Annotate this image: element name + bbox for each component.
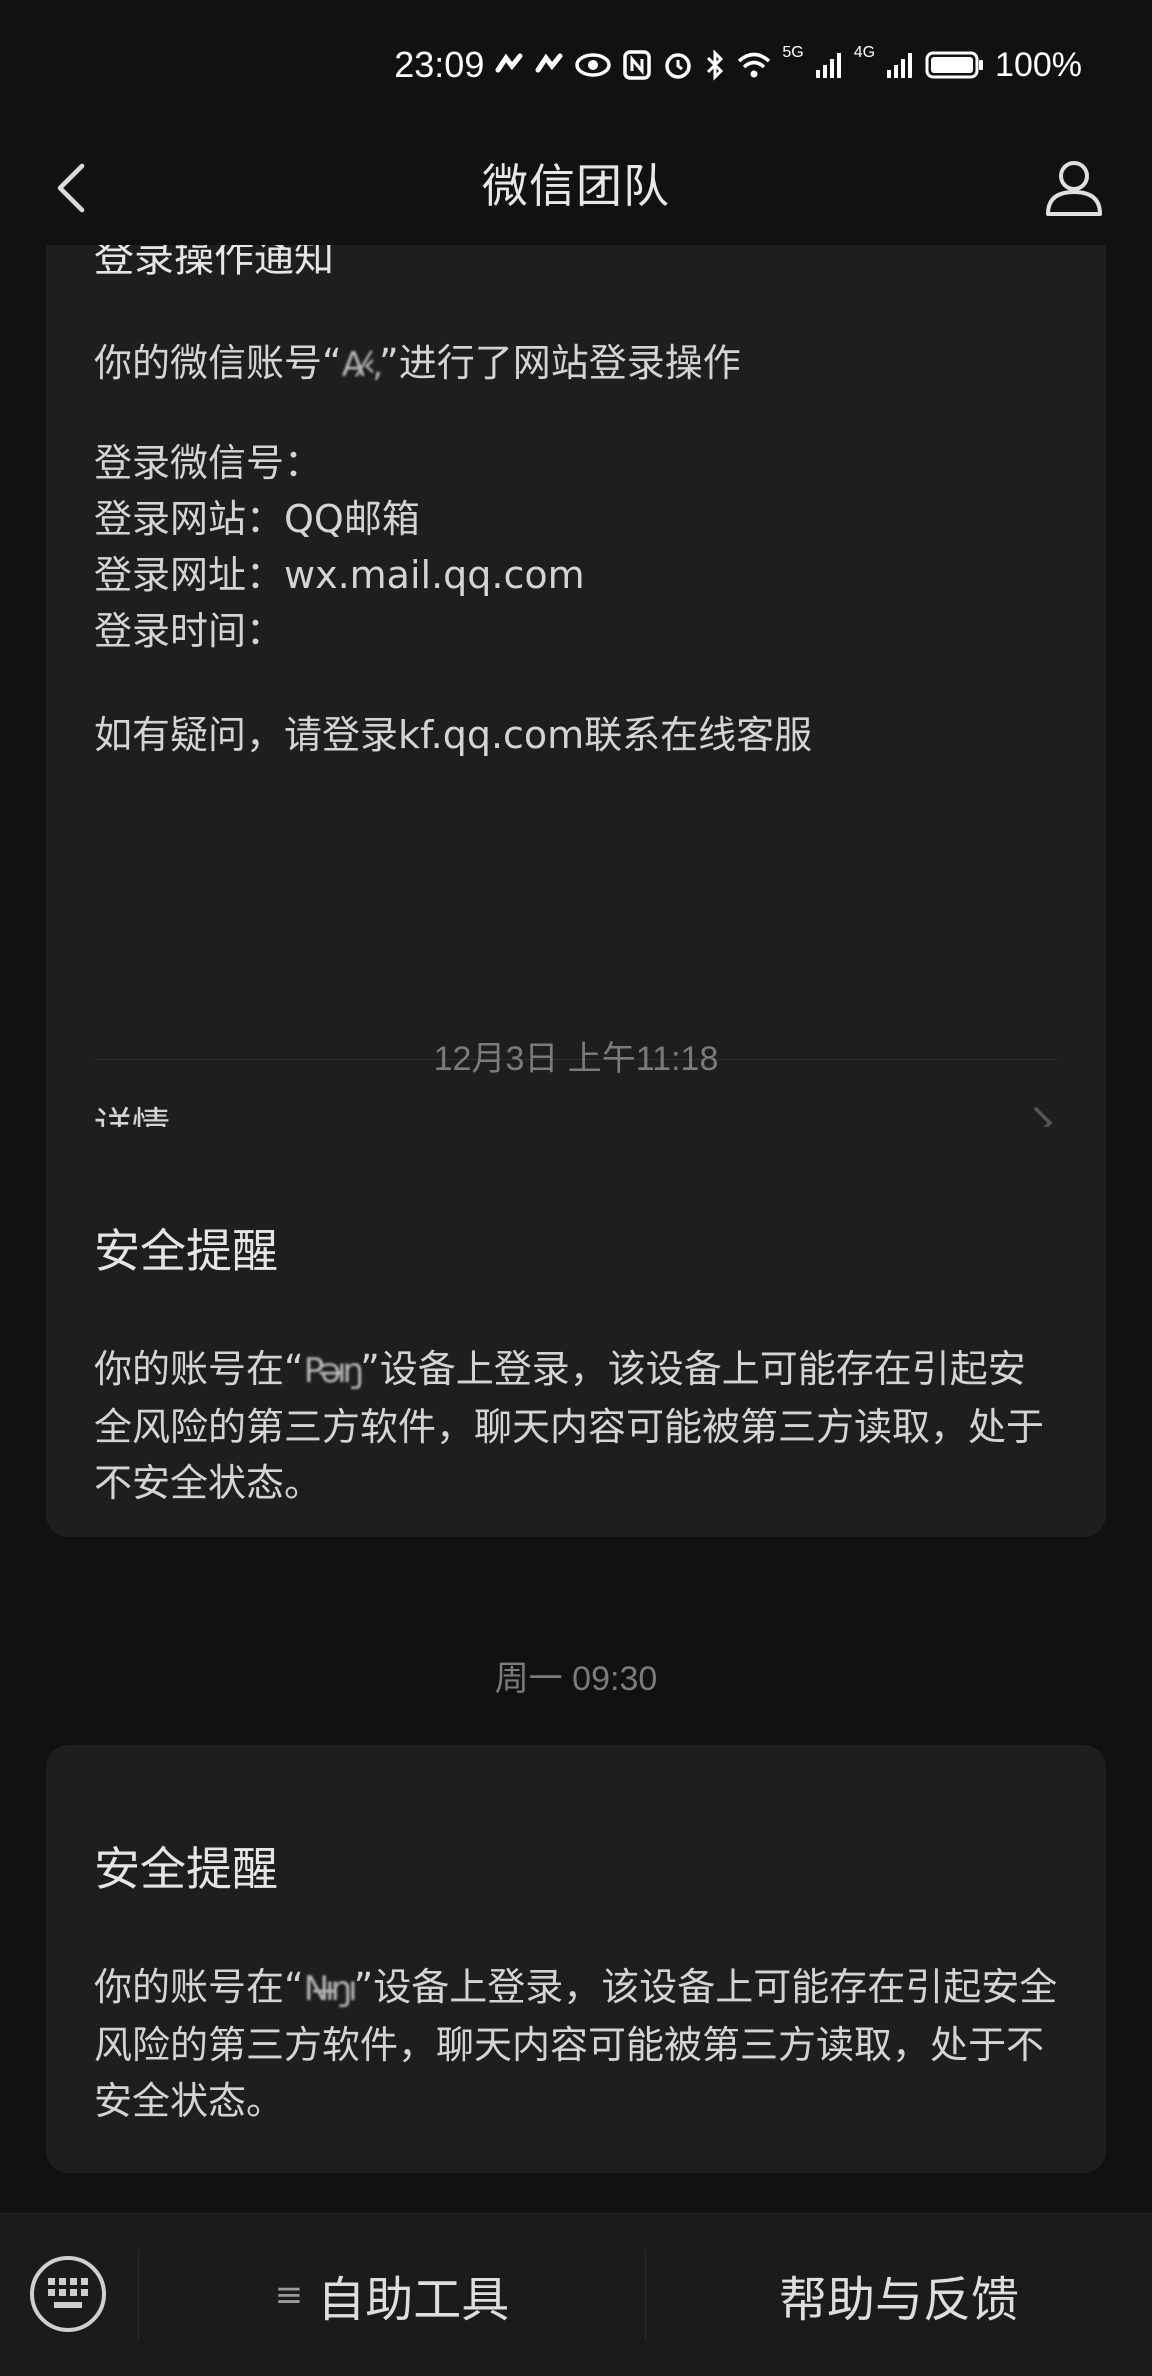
profile-button[interactable] [1034,148,1114,228]
help-label: 帮助与反馈 [778,2272,1019,2328]
login-field: 登录微信号： [94,441,323,485]
masked-device: Nı̶ŋı [303,1969,358,2009]
card-title: 安全提醒 [94,1224,278,1278]
login-field: 登录网址：wx.mail.qq.com [94,553,585,597]
app-notification-icon [495,53,523,73]
bluetooth-icon [707,49,724,81]
network-label-5g: 5G [782,44,804,61]
timestamp: 12月3日 上午11:18 [433,1040,719,1078]
status-bar: 23:09 5G 4G 100% [0,0,1152,130]
timestamp: 周一 09:30 [494,1660,658,1698]
help-feedback-button[interactable]: 帮助与反馈 [646,2214,1152,2376]
eye-icon [575,53,612,77]
battery-percent: 100% [995,45,1082,84]
nav-bar: 微信团队 [0,130,1152,245]
masked-device: Pǝ̶ıŋ [303,1351,364,1391]
page-title: 微信团队 [482,159,670,213]
card-title: 登录操作通知 [94,245,334,281]
network-label-4g: 4G [853,44,876,61]
login-account-line: 你的微信账号“A⁄‹,”进行了网站登录操作 [94,335,1058,393]
tool-label: 自助工具 [317,2272,510,2328]
person-icon [1046,161,1102,216]
message-list[interactable]: 登录操作通知 你的微信账号“A⁄‹,”进行了网站登录操作 登录微信号： 登录网站… [0,245,1152,2215]
masked-account: A⁄‹, [341,345,383,385]
login-field: 登录时间： [94,609,285,653]
menu-icon: ≡ [274,2275,304,2315]
nfc-icon [623,50,652,80]
wifi-icon [738,52,771,78]
login-field: 登录网站：QQ邮箱 [94,497,420,541]
battery-icon [925,51,984,79]
signal-icon [815,53,841,78]
support-note: 如有疑问，请登录kf.qq.com联系在线客服 [94,713,813,757]
bottom-toolbar: ≡ 自助工具 帮助与反馈 [0,2213,1152,2376]
message-card-security[interactable]: 安全提醒 你的账号在“Pǝ̶ıŋ”设备上登录，该设备上可能存在引起安全风险的第三… [46,1127,1106,1537]
self-service-tools-button[interactable]: ≡ 自助工具 [139,2214,645,2376]
card-body: 你的账号在“Nı̶ŋı”设备上登录，该设备上可能存在引起安全风险的第三方软件，聊… [94,1959,1058,2129]
status-time: 23:09 [394,44,485,85]
app-notification-icon-2 [535,53,563,73]
alarm-icon [665,53,692,79]
keyboard-toggle-button[interactable] [28,2254,108,2334]
signal-icon-2 [887,53,913,78]
card-title: 安全提醒 [94,1842,278,1896]
message-card-security[interactable]: 安全提醒 你的账号在“Nı̶ŋı”设备上登录，该设备上可能存在引起安全风险的第三… [46,1745,1106,2173]
keyboard-icon [30,2256,106,2332]
card-body: 你的账号在“Pǝ̶ıŋ”设备上登录，该设备上可能存在引起安全风险的第三方软件，聊… [94,1341,1058,1511]
